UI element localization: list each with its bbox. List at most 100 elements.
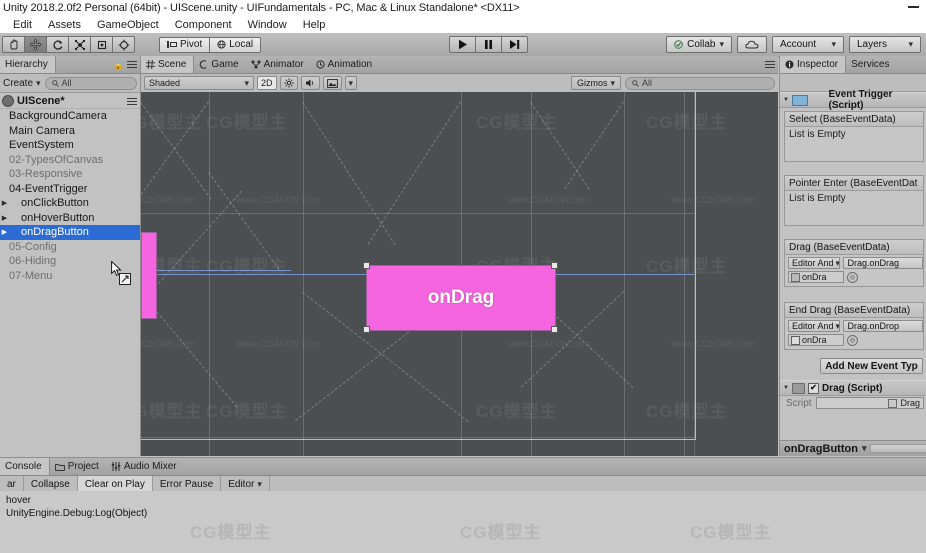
- menu-item-help[interactable]: Help: [295, 18, 334, 32]
- event-object-field[interactable]: onDra: [788, 334, 844, 346]
- tab-inspector[interactable]: Inspector: [780, 56, 847, 73]
- lighting-toggle-button[interactable]: [279, 76, 298, 90]
- rect-tool-button[interactable]: [90, 36, 113, 53]
- tab-animation[interactable]: Animation: [311, 56, 379, 73]
- menu-item-assets[interactable]: Assets: [40, 18, 89, 32]
- scale-tool-button[interactable]: [68, 36, 91, 53]
- event-trigger-component-header[interactable]: ▼ Event Trigger (Script): [780, 89, 926, 111]
- log-entry-message[interactable]: hover: [6, 495, 926, 508]
- collab-button[interactable]: Collab ▾: [666, 36, 732, 53]
- foldout-triangle-icon[interactable]: ▼: [783, 385, 789, 391]
- resize-handle-tr[interactable]: [551, 262, 558, 269]
- scene-root-row[interactable]: UIScene*: [0, 93, 140, 109]
- event-function-dropdown[interactable]: Drag.onDrop: [843, 320, 923, 332]
- toggle-2d-button[interactable]: 2D: [257, 76, 277, 90]
- object-picker-icon[interactable]: ◎: [847, 334, 858, 346]
- menu-item-component[interactable]: Component: [167, 18, 240, 32]
- ondrag-button-object[interactable]: onDrag: [366, 265, 556, 331]
- hierarchy-item-eventsystem[interactable]: EventSystem: [0, 138, 140, 153]
- editor-dropdown-button[interactable]: Editor ▾: [221, 476, 270, 492]
- audio-toggle-button[interactable]: [300, 76, 320, 90]
- hierarchy-item-04-eventtrigger[interactable]: 04-EventTrigger: [0, 182, 140, 197]
- window-title: Unity 2018.2.0f2 Personal (64bit) - UISc…: [3, 2, 520, 14]
- lock-icon[interactable]: 🔒: [113, 60, 124, 71]
- tab-services[interactable]: Services: [846, 56, 896, 73]
- pause-button[interactable]: [475, 36, 502, 53]
- resize-handle-tl[interactable]: [363, 262, 370, 269]
- rotate-tool-button[interactable]: [46, 36, 69, 53]
- hierarchy-item-backgroundcamera[interactable]: BackgroundCamera: [0, 109, 140, 124]
- scene-menu-icon[interactable]: [127, 96, 137, 105]
- menu-item-gameobject[interactable]: GameObject: [89, 18, 167, 32]
- scene-search-input[interactable]: All: [625, 76, 775, 90]
- unity-scene-icon: [2, 94, 14, 107]
- object-picker-icon[interactable]: ◎: [847, 271, 858, 283]
- tab-game-label: Game: [211, 59, 239, 70]
- hierarchy-item-ondragbutton[interactable]: ▶ onDragButton: [0, 225, 140, 240]
- gizmos-button[interactable]: Gizmos ▾: [570, 76, 621, 90]
- menu-item-edit[interactable]: Edit: [5, 18, 40, 32]
- clear-button[interactable]: ar: [0, 476, 24, 492]
- tab-animator[interactable]: Animator: [246, 56, 311, 73]
- resize-handle-br[interactable]: [551, 326, 558, 333]
- minimize-button[interactable]: [908, 6, 919, 8]
- error-pause-button[interactable]: Error Pause: [153, 476, 222, 492]
- step-button[interactable]: [501, 36, 528, 53]
- log-entry-stack[interactable]: UnityEngine.Debug:Log(Object): [6, 508, 926, 521]
- tab-project[interactable]: Project: [50, 458, 106, 475]
- cloud-services-button[interactable]: [737, 36, 767, 53]
- move-tool-button[interactable]: [24, 36, 47, 53]
- tab-hierarchy[interactable]: Hierarchy: [0, 56, 56, 73]
- hierarchy-item-02-typesofcanvas[interactable]: 02-TypesOfCanvas: [0, 153, 140, 168]
- hierarchy-item-06-hiding[interactable]: 06-Hiding: [0, 254, 140, 269]
- hierarchy-item-onhoverbutton[interactable]: ▶ onHoverButton: [0, 211, 140, 226]
- script-field-value[interactable]: Drag: [815, 397, 924, 409]
- local-toggle-button[interactable]: Local: [209, 36, 262, 53]
- tab-console[interactable]: Console: [0, 458, 50, 475]
- scene-offscreen-button[interactable]: [141, 232, 157, 319]
- expand-triangle-icon[interactable]: ▶: [0, 199, 9, 207]
- tab-console-label: Console: [5, 461, 42, 472]
- draw-mode-dropdown[interactable]: Shaded ▾: [144, 76, 254, 90]
- create-button[interactable]: Create ▾: [3, 78, 41, 89]
- play-button[interactable]: [449, 36, 476, 53]
- layers-button[interactable]: Layers ▾: [849, 36, 921, 53]
- resize-handle-bl[interactable]: [363, 326, 370, 333]
- component-enabled-checkbox[interactable]: ✔: [807, 382, 819, 394]
- console-log-list[interactable]: hover UnityEngine.Debug:Log(Object): [0, 491, 926, 553]
- effects-toggle-button[interactable]: [322, 76, 342, 90]
- tab-game[interactable]: Game: [194, 56, 245, 73]
- panel-menu-icon[interactable]: [127, 59, 137, 68]
- event-object-field[interactable]: onDra: [788, 271, 844, 283]
- hierarchy-item-03-responsive[interactable]: 03-Responsive: [0, 167, 140, 182]
- transform-tool-button[interactable]: [112, 36, 135, 53]
- checkbox-icon[interactable]: [791, 335, 800, 345]
- hierarchy-item-05-config[interactable]: 05-Config: [0, 240, 140, 255]
- scene-panel-menu-icon[interactable]: [765, 59, 775, 68]
- hierarchy-item-main-camera[interactable]: Main Camera: [0, 124, 140, 139]
- hierarchy-item-onclickbutton[interactable]: ▶ onClickButton: [0, 196, 140, 211]
- tab-scene[interactable]: Scene: [141, 56, 195, 73]
- account-button[interactable]: Account ▾: [772, 36, 844, 53]
- expand-triangle-icon[interactable]: ▶: [0, 228, 9, 236]
- menu-item-window[interactable]: Window: [240, 18, 295, 32]
- event-mode-dropdown[interactable]: Editor And ▾: [788, 320, 841, 332]
- add-new-event-type-button[interactable]: Add New Event Typ: [820, 358, 923, 374]
- scene-viewport[interactable]: CG模型主 CG模型主 CG模型主 CG模型主 www.CGMXW.com ww…: [141, 92, 778, 456]
- expand-triangle-icon[interactable]: ▶: [0, 214, 9, 222]
- toolbar-right-group: Collab ▾ Account ▾ Layers ▾: [666, 36, 921, 53]
- effects-dropdown-button[interactable]: ▾: [344, 76, 358, 90]
- foldout-triangle-icon[interactable]: ▼: [783, 97, 789, 103]
- tab-audio-mixer[interactable]: Audio Mixer: [106, 458, 184, 475]
- event-mode-dropdown[interactable]: Editor And ▾: [788, 257, 841, 269]
- draw-mode-value: Shaded: [149, 78, 181, 88]
- clear-on-play-button[interactable]: Clear on Play: [77, 476, 153, 492]
- tab-services-label: Services: [851, 59, 890, 70]
- chevron-down-icon[interactable]: ▾: [862, 444, 867, 453]
- hierarchy-search-input[interactable]: All: [44, 76, 137, 90]
- collapse-button[interactable]: Collapse: [24, 476, 78, 492]
- hand-tool-button[interactable]: [2, 36, 25, 53]
- drag-script-component-header[interactable]: ▼ ✔ Drag (Script): [780, 380, 926, 396]
- pivot-toggle-button[interactable]: Pivot: [159, 36, 211, 53]
- event-function-dropdown[interactable]: Drag.onDrag: [843, 257, 923, 269]
